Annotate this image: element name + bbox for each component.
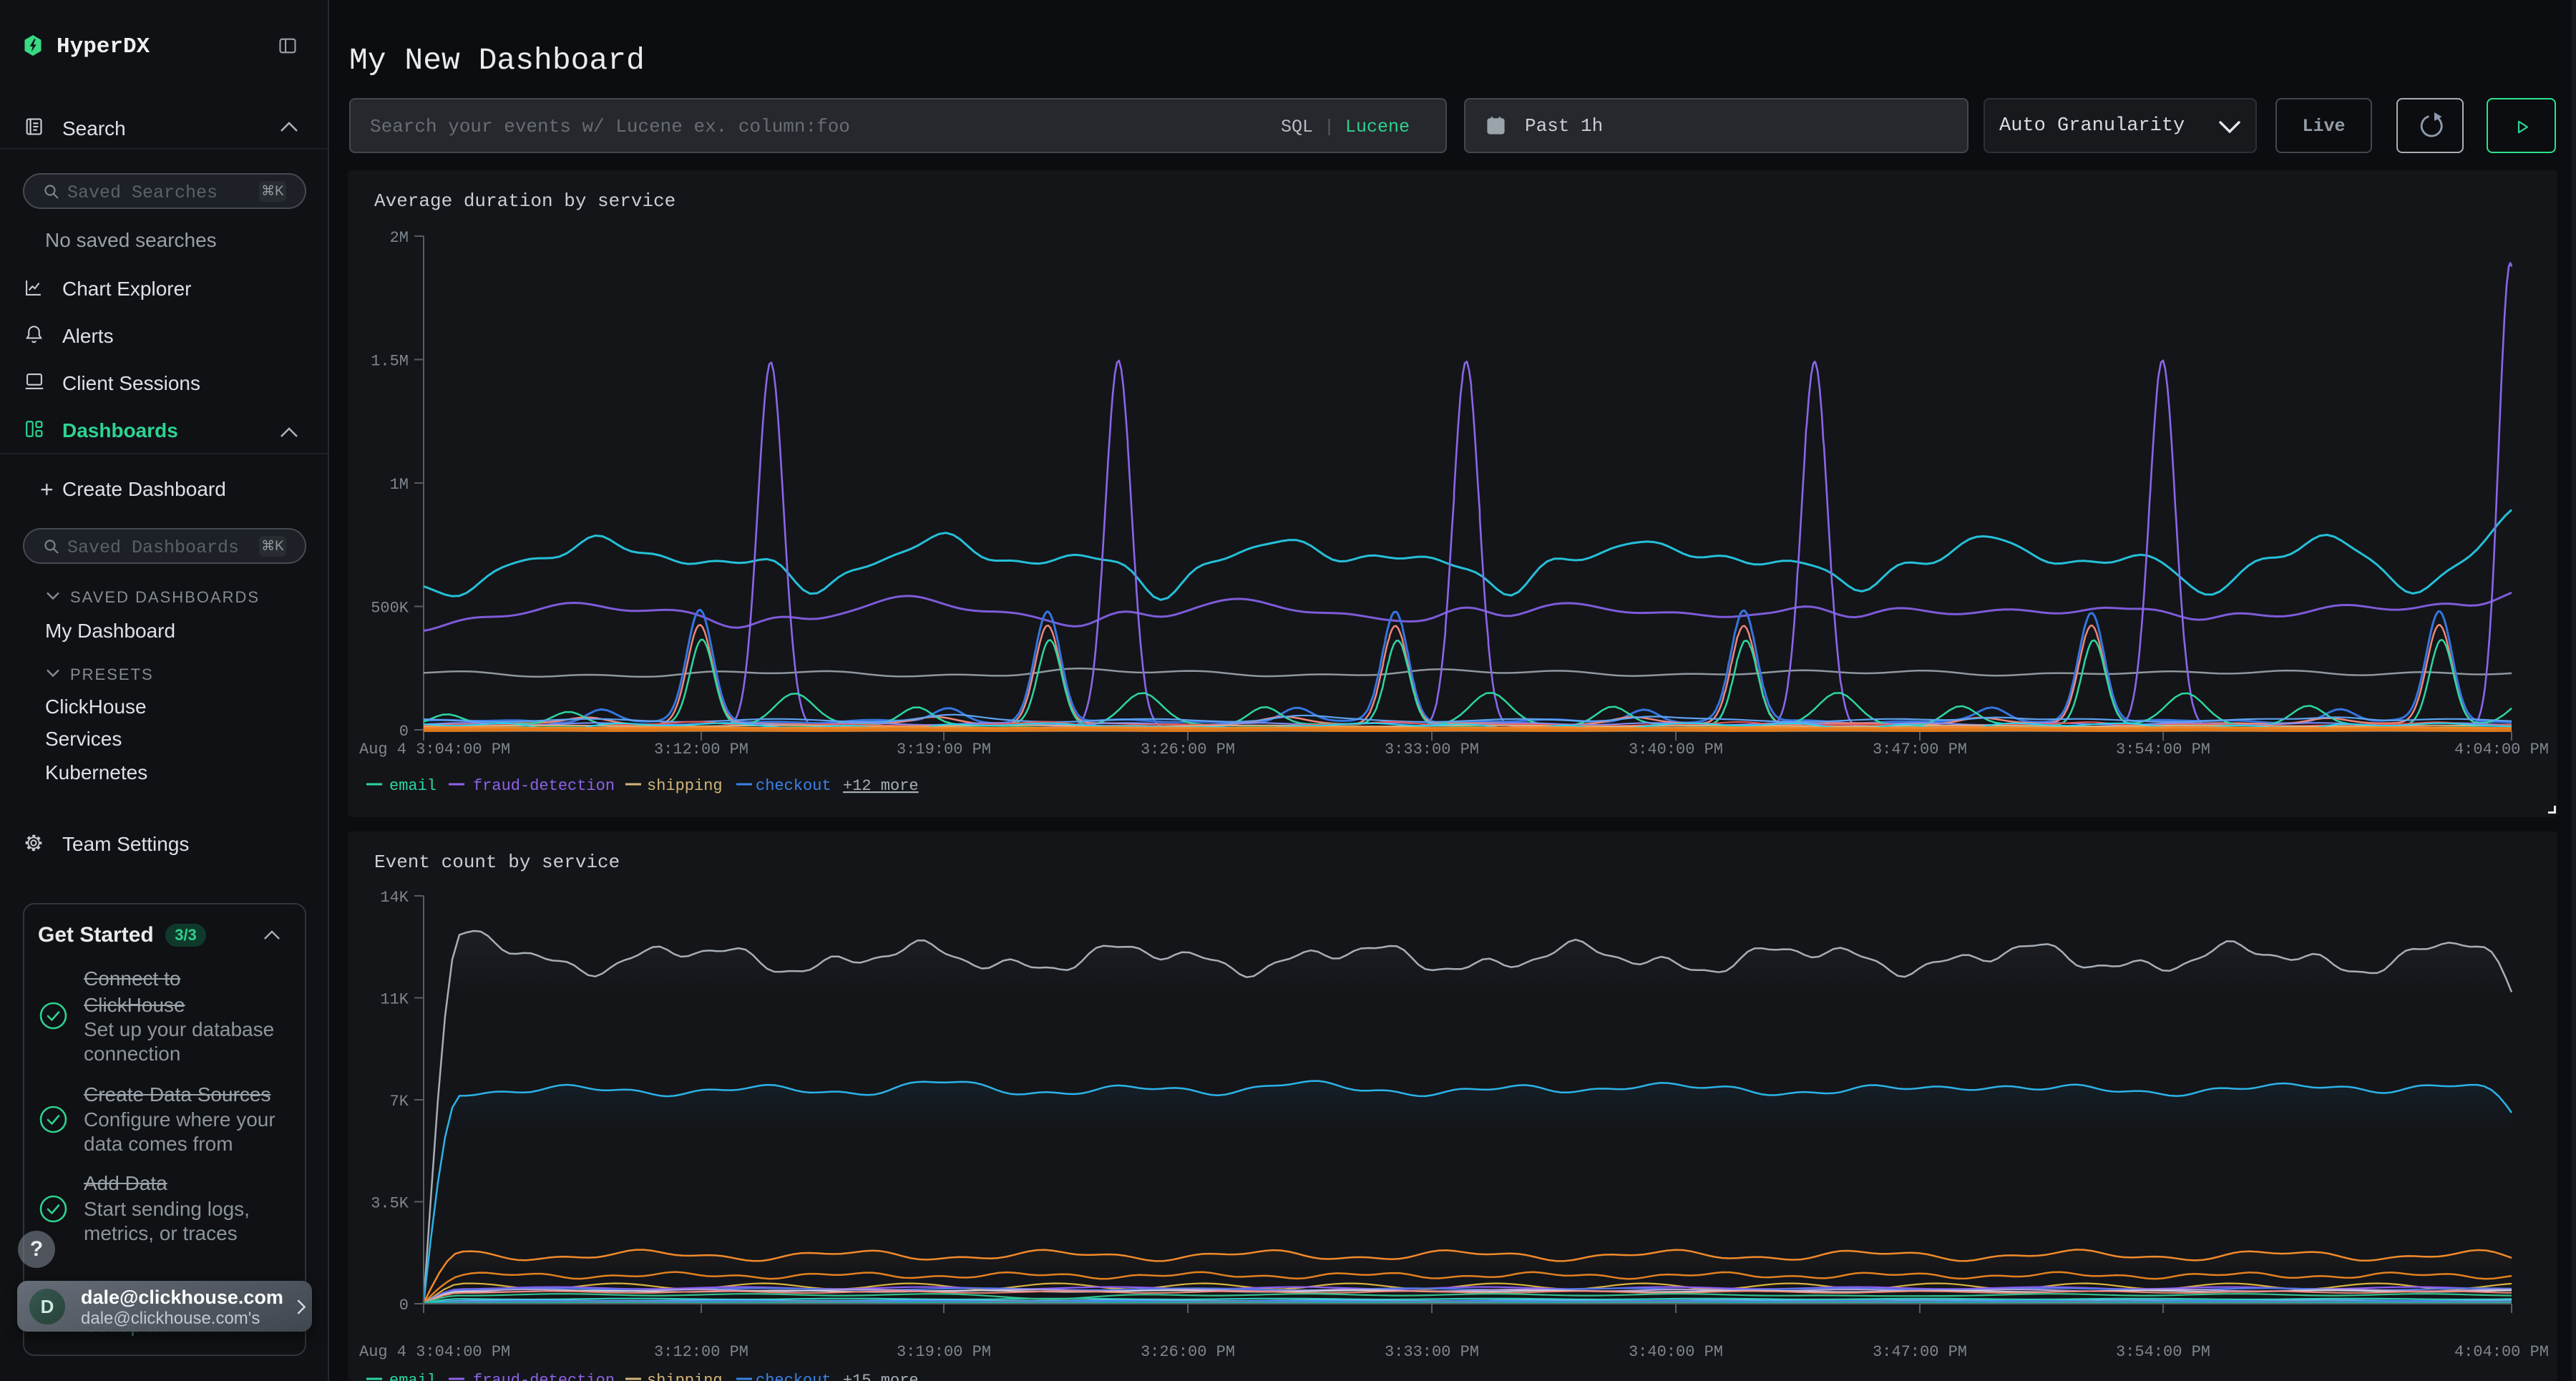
- svg-text:3:19:00 PM: 3:19:00 PM: [897, 1343, 991, 1361]
- svg-text:3:12:00 PM: 3:12:00 PM: [654, 1343, 748, 1361]
- svg-text:3:40:00 PM: 3:40:00 PM: [1629, 741, 1723, 758]
- svg-text:3:33:00 PM: 3:33:00 PM: [1385, 1343, 1479, 1361]
- svg-text:0: 0: [399, 1297, 409, 1314]
- svg-text:4:04:00 PM: 4:04:00 PM: [2454, 1343, 2549, 1361]
- svg-text:2M: 2M: [390, 229, 409, 247]
- svg-text:0: 0: [399, 723, 409, 741]
- svg-text:1M: 1M: [390, 476, 409, 494]
- svg-text:+15 more: +15 more: [843, 1372, 919, 1381]
- svg-text:3:33:00 PM: 3:33:00 PM: [1385, 741, 1479, 758]
- svg-text:4:04:00 PM: 4:04:00 PM: [2454, 741, 2549, 758]
- svg-text:1.5M: 1.5M: [371, 353, 409, 371]
- svg-text:3:40:00 PM: 3:40:00 PM: [1629, 1343, 1723, 1361]
- svg-text:3:12:00 PM: 3:12:00 PM: [654, 741, 748, 758]
- svg-text:3:47:00 PM: 3:47:00 PM: [1873, 1343, 1967, 1361]
- svg-text:500K: 500K: [371, 600, 409, 618]
- svg-text:checkout: checkout: [756, 777, 831, 795]
- svg-text:3:54:00 PM: 3:54:00 PM: [2116, 741, 2210, 758]
- svg-text:3.5K: 3.5K: [371, 1195, 409, 1213]
- svg-text:fraud-detection: fraud-detection: [473, 1372, 615, 1381]
- svg-text:7K: 7K: [390, 1093, 409, 1111]
- svg-text:3:19:00 PM: 3:19:00 PM: [897, 741, 991, 758]
- svg-text:3:26:00 PM: 3:26:00 PM: [1141, 741, 1235, 758]
- svg-text:3:54:00 PM: 3:54:00 PM: [2116, 1343, 2210, 1361]
- svg-text:Aug 4 3:04:00 PM: Aug 4 3:04:00 PM: [359, 1343, 510, 1361]
- svg-text:+12 more: +12 more: [843, 777, 919, 795]
- svg-text:fraud-detection: fraud-detection: [473, 777, 615, 795]
- svg-text:Aug 4 3:04:00 PM: Aug 4 3:04:00 PM: [359, 741, 510, 758]
- svg-text:shipping: shipping: [647, 777, 723, 795]
- svg-text:3:47:00 PM: 3:47:00 PM: [1873, 741, 1967, 758]
- svg-text:14K: 14K: [380, 889, 409, 907]
- svg-text:email: email: [389, 777, 436, 795]
- svg-text:3:26:00 PM: 3:26:00 PM: [1141, 1343, 1235, 1361]
- svg-text:shipping: shipping: [647, 1372, 723, 1381]
- svg-text:checkout: checkout: [756, 1372, 831, 1381]
- svg-text:11K: 11K: [380, 991, 409, 1009]
- svg-text:email: email: [389, 1372, 436, 1381]
